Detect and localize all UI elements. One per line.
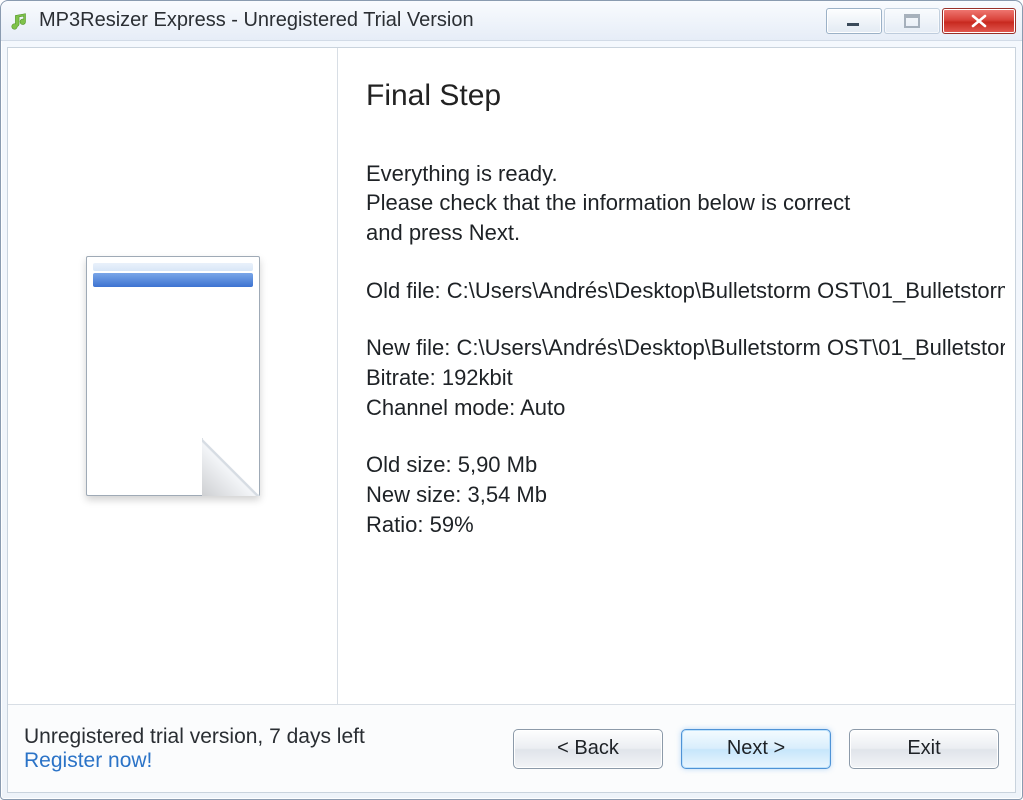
old-size-value: 5,90 Mb <box>458 452 538 477</box>
bitrate-value: 192kbit <box>442 365 513 390</box>
maximize-button <box>884 8 940 34</box>
intro-line: Everything is ready. <box>366 159 1005 189</box>
wizard-footer: Unregistered trial version, 7 days left … <box>8 704 1015 792</box>
ratio-value: 59% <box>430 512 474 537</box>
wizard-side-panel <box>8 48 338 704</box>
bitrate-label: Bitrate <box>366 365 442 390</box>
old-size-label: Old size <box>366 452 458 477</box>
window-controls <box>826 8 1016 34</box>
minimize-button[interactable] <box>826 8 882 34</box>
close-button[interactable] <box>942 8 1016 34</box>
old-file-block: Old fileC:\Users\Andrés\Desktop\Bulletst… <box>366 276 1005 306</box>
channel-mode-label: Channel mode <box>366 395 520 420</box>
page-heading: Final Step <box>366 76 1005 117</box>
new-file-value: C:\Users\Andrés\Desktop\Bulletstorm OST\… <box>456 335 1005 360</box>
new-file-label: New file <box>366 335 456 360</box>
client-area: Final Step Everything is ready. Please c… <box>7 47 1016 793</box>
channel-mode-value: Auto <box>520 395 565 420</box>
old-file-label: Old file <box>366 278 447 303</box>
intro-line: Please check that the information below … <box>366 188 1005 218</box>
titlebar: MP3Resizer Express - Unregistered Trial … <box>1 1 1022 41</box>
exit-button[interactable]: Exit <box>849 729 999 769</box>
new-file-block: New fileC:\Users\Andrés\Desktop\Bulletst… <box>366 333 1005 422</box>
register-link[interactable]: Register now! <box>24 749 152 772</box>
old-file-value: C:\Users\Andrés\Desktop\Bulletstorm OST\… <box>447 278 1005 303</box>
intro-text: Everything is ready. Please check that t… <box>366 159 1005 248</box>
new-size-label: New size <box>366 482 467 507</box>
trial-text: Unregistered trial version, 7 days left <box>24 725 513 749</box>
document-icon <box>68 246 278 506</box>
window-title: MP3Resizer Express - Unregistered Trial … <box>39 9 826 32</box>
new-size-value: 3,54 Mb <box>467 482 547 507</box>
size-block: Old size5,90 Mb New size3,54 Mb Ratio59% <box>366 450 1005 539</box>
back-button[interactable]: < Back <box>513 729 663 769</box>
app-music-note-icon <box>9 10 31 32</box>
wizard-main-panel: Final Step Everything is ready. Please c… <box>338 48 1015 704</box>
wizard-body: Final Step Everything is ready. Please c… <box>8 48 1015 704</box>
app-window: MP3Resizer Express - Unregistered Trial … <box>0 0 1023 800</box>
wizard-buttons: < Back Next > Exit <box>513 729 999 769</box>
ratio-label: Ratio <box>366 512 430 537</box>
next-button[interactable]: Next > <box>681 729 831 769</box>
intro-line: and press Next. <box>366 218 1005 248</box>
trial-status: Unregistered trial version, 7 days left … <box>24 725 513 773</box>
